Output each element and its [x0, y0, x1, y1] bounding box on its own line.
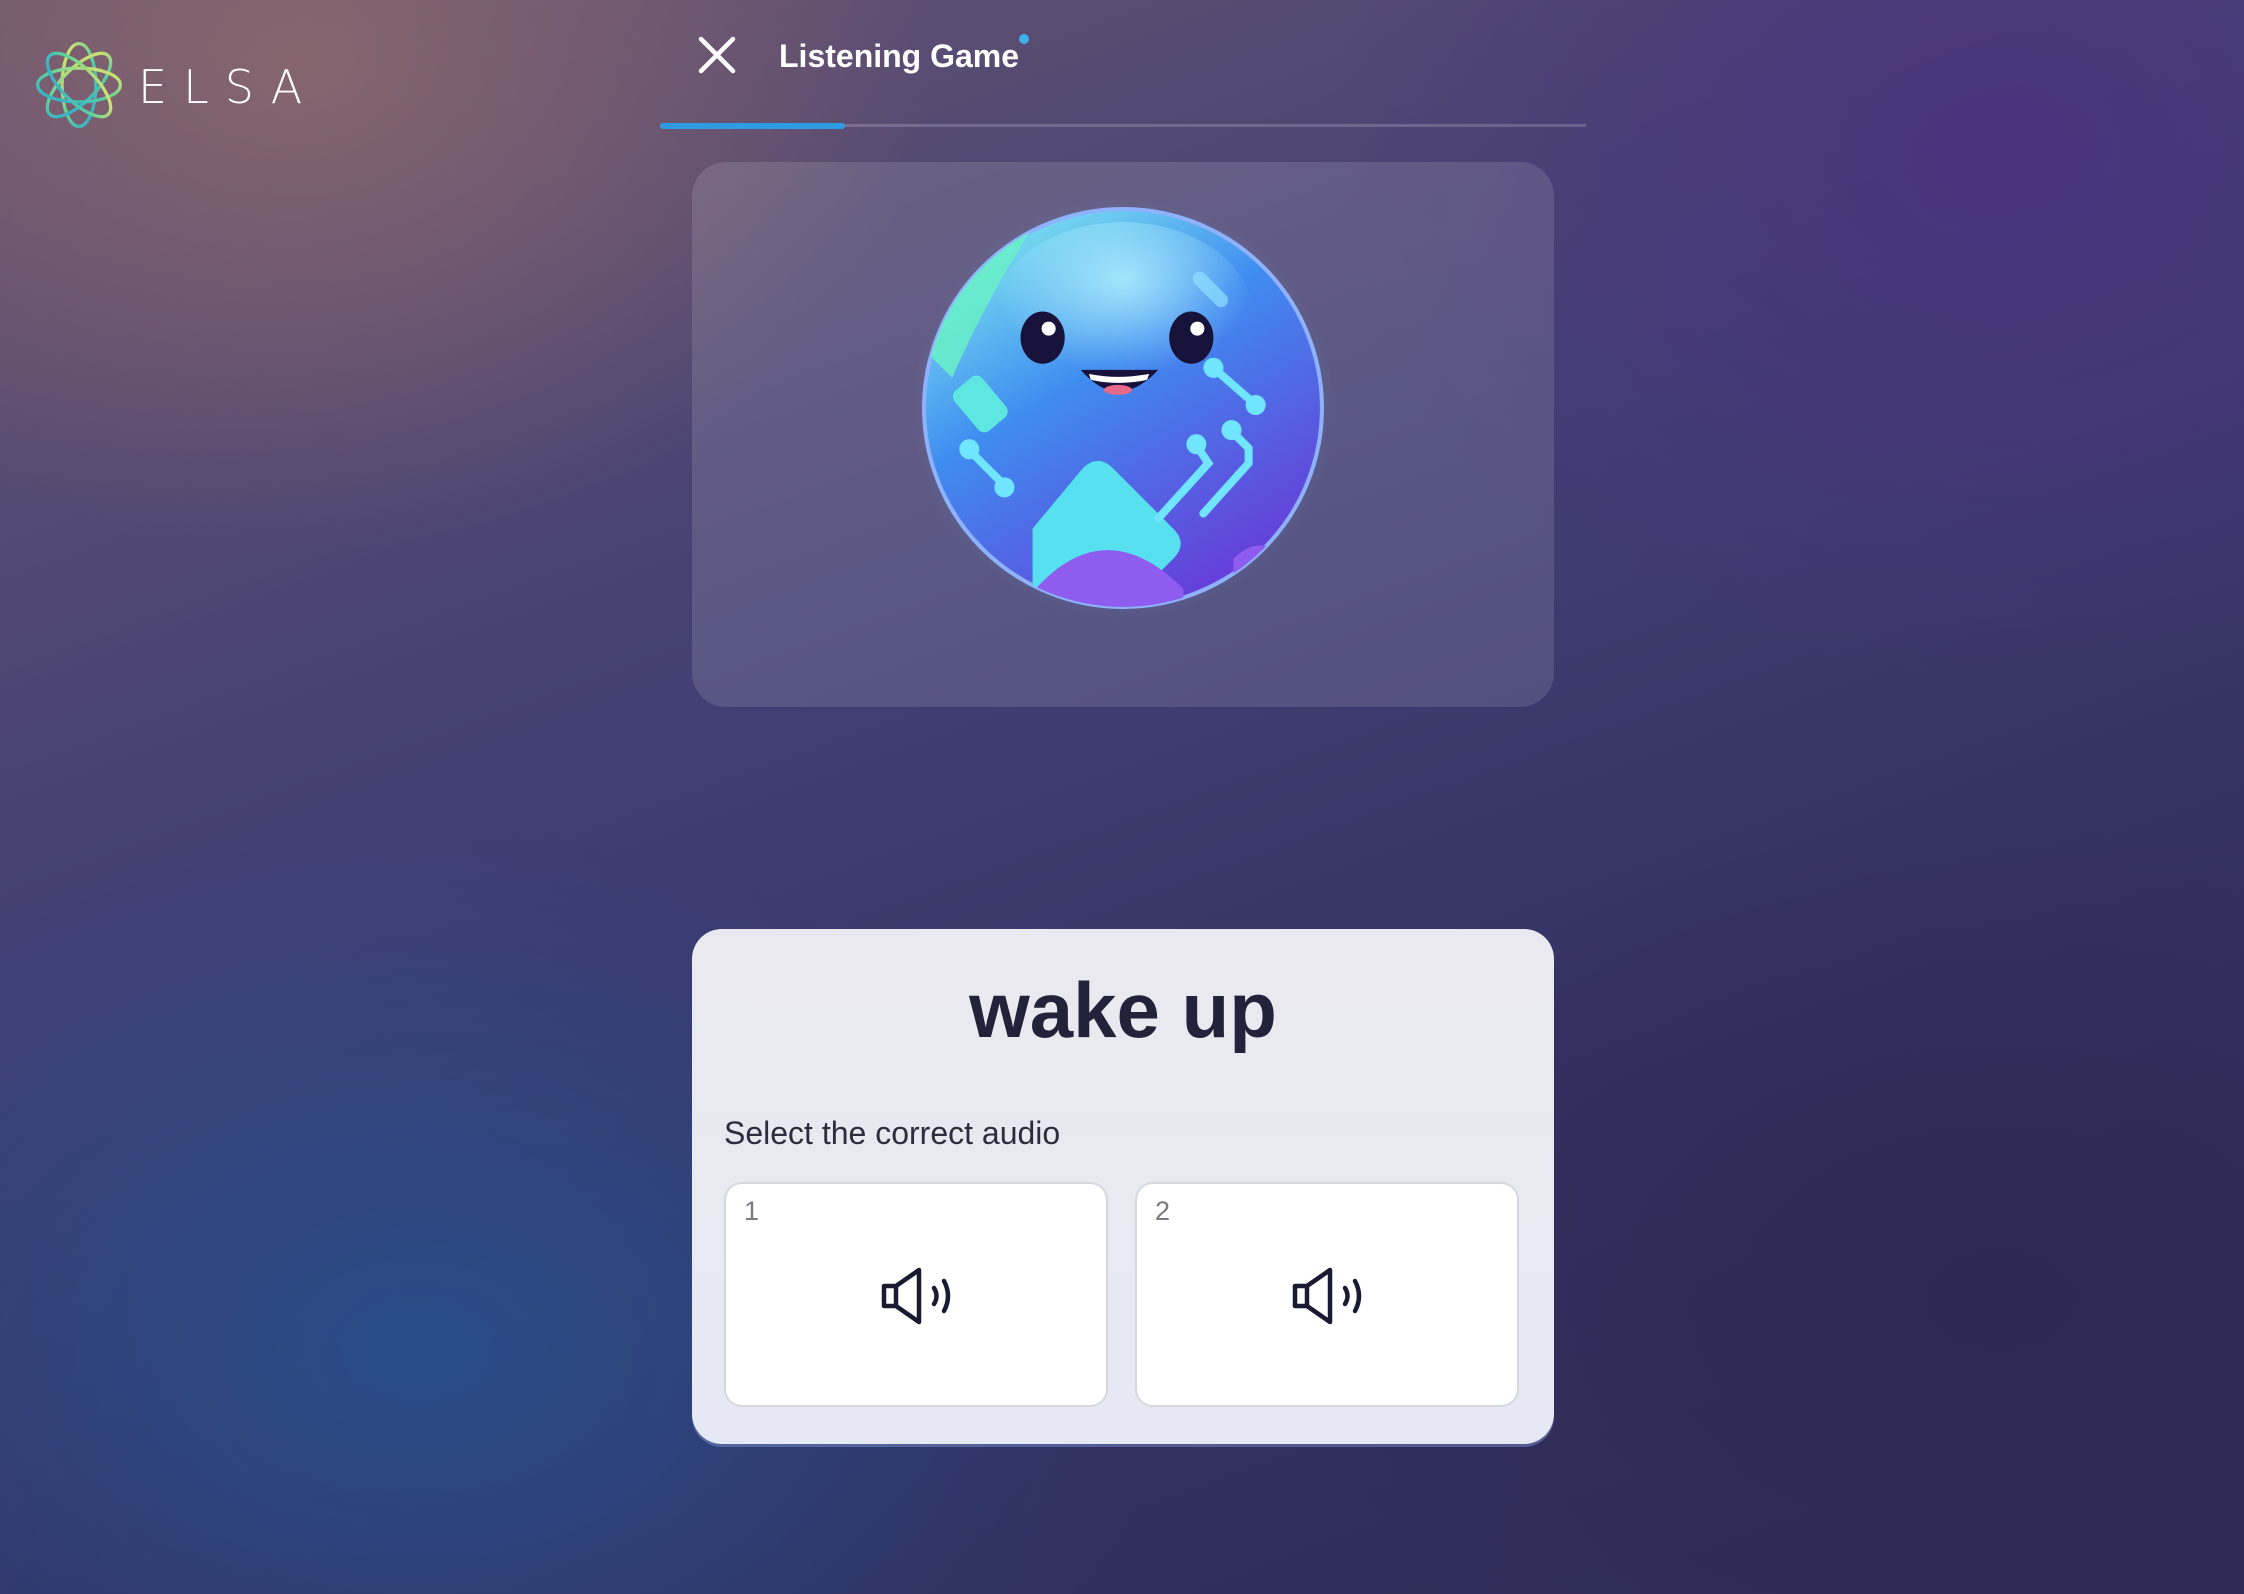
- option-number: 1: [744, 1196, 760, 1226]
- logo-text: ELSA: [138, 60, 319, 114]
- question-card: wake up Select the correct audio 1 2: [692, 929, 1554, 1444]
- instruction-text: Select the correct audio: [724, 1115, 1061, 1151]
- lesson-title: Listening Game: [779, 38, 1020, 74]
- close-icon: [698, 36, 736, 74]
- status-dot: [1019, 34, 1029, 44]
- elsa-logo: ELSA: [32, 38, 318, 132]
- progress-fill: [660, 123, 846, 129]
- option-number: 2: [1155, 1196, 1171, 1226]
- target-word: wake up: [969, 966, 1277, 1054]
- audio-option-1[interactable]: 1: [724, 1182, 1108, 1407]
- progress-bar: [660, 123, 1586, 129]
- audio-option-2[interactable]: 2: [1135, 1182, 1519, 1407]
- lesson-header: Listening Game: [660, 0, 1586, 130]
- close-button[interactable]: [693, 31, 741, 79]
- elsa-logo-icon: [35, 41, 123, 129]
- speaker-icon: [881, 1267, 951, 1325]
- planet-mascot-icon: [912, 197, 1334, 619]
- speaker-icon: [1292, 1267, 1362, 1325]
- mascot-card: [692, 162, 1554, 707]
